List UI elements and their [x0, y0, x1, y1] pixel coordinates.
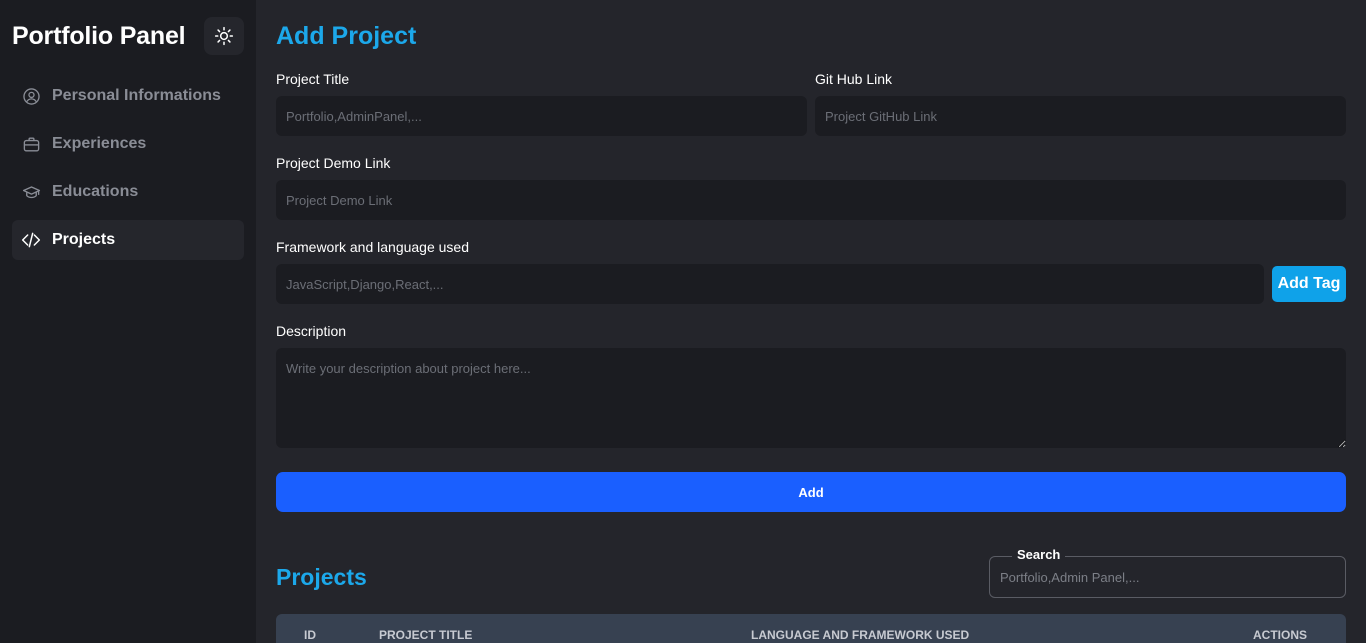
github-link-label: Git Hub Link	[815, 71, 893, 87]
column-header-id[interactable]: ID	[304, 628, 316, 642]
briefcase-icon	[21, 134, 41, 154]
code-icon	[21, 230, 41, 250]
sidebar-nav: Personal Informations Experiences Educat…	[12, 76, 244, 268]
search-fieldset: Search	[989, 547, 1346, 598]
description-textarea[interactable]	[276, 348, 1346, 448]
page-title: Add Project	[276, 22, 417, 50]
user-circle-icon	[21, 86, 41, 106]
projects-table-header: ID PROJECT TITLE LANGUAGE AND FRAMEWORK …	[276, 614, 1346, 643]
sidebar-item-educations[interactable]: Educations	[12, 172, 244, 212]
framework-label: Framework and language used	[276, 239, 470, 255]
sidebar-item-projects[interactable]: Projects	[12, 220, 244, 260]
column-header-project-title[interactable]: PROJECT TITLE	[379, 628, 472, 642]
demo-link-label: Project Demo Link	[276, 155, 391, 171]
column-header-actions: ACTIONS	[1253, 628, 1307, 642]
sidebar-item-label: Experiences	[52, 135, 147, 152]
theme-toggle-button[interactable]	[204, 17, 244, 55]
sidebar-item-personal-informations[interactable]: Personal Informations	[12, 76, 244, 116]
column-header-language-framework[interactable]: LANGUAGE AND FRAMEWORK USED	[751, 628, 969, 642]
project-title-label: Project Title	[276, 71, 350, 87]
sun-icon	[214, 26, 234, 46]
sidebar-item-label: Projects	[52, 231, 116, 248]
projects-title: Projects	[276, 564, 367, 590]
project-title-input[interactable]	[276, 96, 807, 136]
sidebar-item-experiences[interactable]: Experiences	[12, 124, 244, 164]
github-link-input[interactable]	[815, 96, 1346, 136]
demo-link-input[interactable]	[276, 180, 1346, 220]
description-label: Description	[276, 323, 347, 339]
add-tag-button[interactable]: Add Tag	[1272, 266, 1346, 302]
sidebar-item-label: Personal Informations	[52, 87, 221, 104]
framework-input[interactable]	[276, 264, 1264, 304]
sidebar-item-label: Educations	[52, 183, 139, 200]
graduation-cap-icon	[21, 182, 41, 202]
brand-title: Portfolio Panel	[12, 22, 186, 50]
add-project-button[interactable]: Add	[276, 472, 1346, 512]
search-input[interactable]	[990, 557, 1345, 597]
sidebar: Portfolio Panel Personal Informations Ex…	[0, 0, 256, 643]
